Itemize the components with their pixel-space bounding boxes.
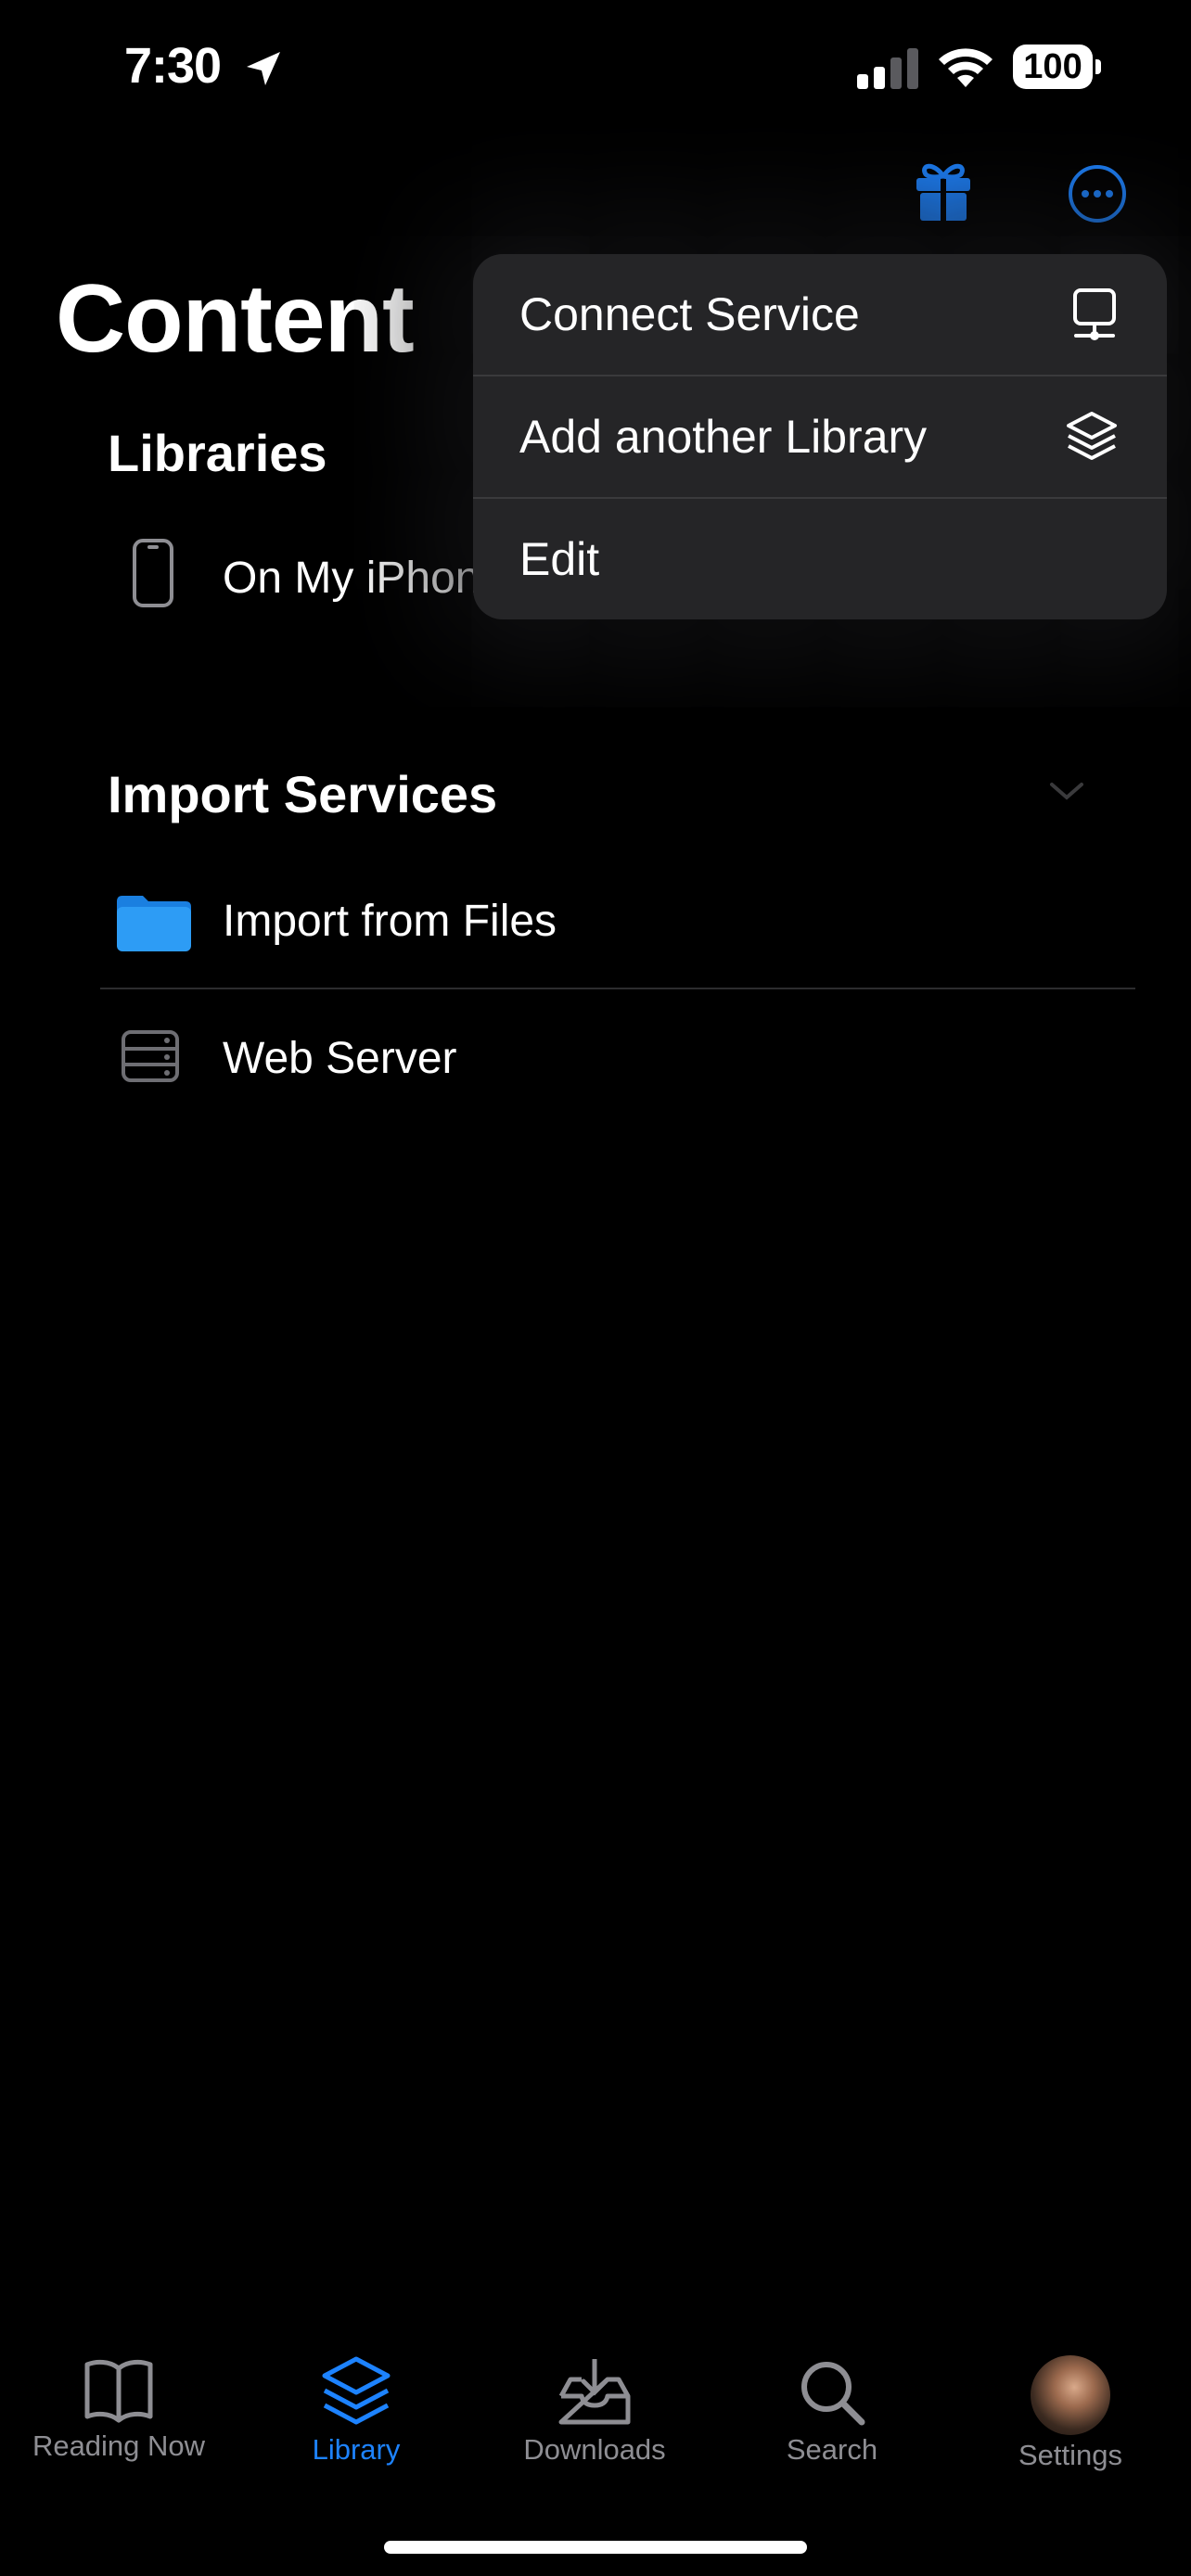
- import-item-files[interactable]: Import from Files: [100, 881, 1135, 983]
- status-time: 7:30: [124, 38, 222, 94]
- home-indicator: [384, 2541, 807, 2554]
- library-item-label: On My iPhone: [223, 554, 506, 603]
- book-icon: [84, 2359, 153, 2423]
- tab-reading-now[interactable]: Reading Now: [12, 2355, 225, 2463]
- desktop-icon: [1073, 288, 1116, 340]
- import-services-heading: Import Services: [108, 765, 498, 823]
- more-options-icon[interactable]: [1067, 163, 1128, 224]
- menu-item-edit[interactable]: Edit: [473, 499, 1167, 619]
- tab-label: Library: [312, 2433, 401, 2466]
- battery-nub: [1095, 59, 1101, 74]
- battery-indicator: 100: [1013, 45, 1093, 89]
- magnifier-icon: [801, 2362, 865, 2426]
- tab-label: Search: [786, 2433, 878, 2466]
- location-arrow-icon: [247, 52, 280, 85]
- menu-item-add-library[interactable]: Add another Library: [473, 376, 1167, 497]
- libraries-heading: Libraries: [108, 424, 327, 482]
- gift-icon[interactable]: [913, 158, 974, 223]
- context-menu: Connect Service Add another Library Edit: [473, 254, 1167, 619]
- tab-label: Settings: [1018, 2439, 1122, 2471]
- iphone-icon: [133, 539, 173, 607]
- tab-library[interactable]: Library: [250, 2355, 463, 2467]
- tab-settings[interactable]: Settings: [964, 2355, 1177, 2472]
- tray-download-icon: [558, 2359, 631, 2425]
- tab-search[interactable]: Search: [725, 2355, 939, 2467]
- server-icon: [122, 1030, 179, 1082]
- import-item-web-server[interactable]: Web Server: [100, 1016, 1135, 1109]
- row-divider: [100, 988, 1135, 989]
- layers-icon: [1067, 412, 1117, 460]
- folder-icon: [117, 896, 191, 951]
- menu-item-label: Add another Library: [519, 411, 928, 463]
- import-item-label: Import from Files: [223, 897, 557, 946]
- import-item-label: Web Server: [223, 1034, 457, 1083]
- wifi-icon: [939, 48, 992, 87]
- page-title: Content: [56, 265, 415, 373]
- tab-downloads[interactable]: Downloads: [488, 2355, 701, 2467]
- menu-item-connect-service[interactable]: Connect Service: [473, 254, 1167, 375]
- tab-label: Downloads: [523, 2433, 666, 2466]
- avatar: [1031, 2355, 1110, 2435]
- layers-icon: [322, 2356, 391, 2425]
- cellular-signal-icon: [857, 48, 918, 89]
- chevron-down-icon[interactable]: [1048, 781, 1085, 803]
- menu-item-label: Edit: [519, 533, 600, 585]
- tab-label: Reading Now: [32, 2429, 206, 2462]
- menu-item-label: Connect Service: [519, 288, 860, 340]
